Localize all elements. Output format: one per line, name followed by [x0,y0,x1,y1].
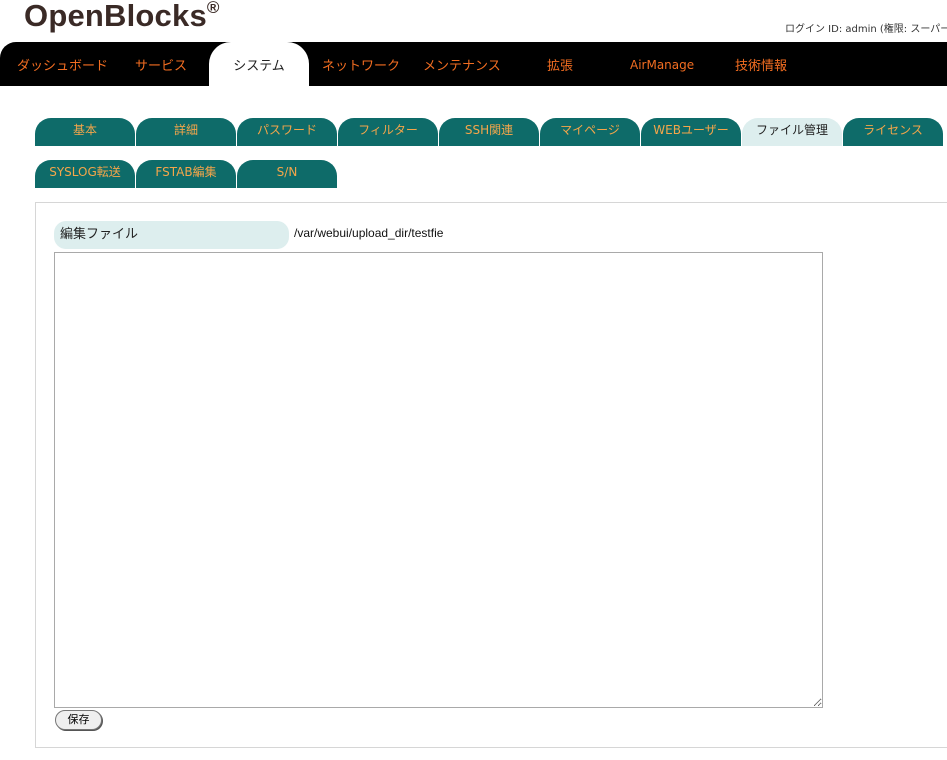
tab-filter[interactable]: フィルター [338,118,438,146]
tab-file-management[interactable]: ファイル管理 [742,118,842,146]
nav-service[interactable]: サービス [135,42,187,86]
nav-system[interactable]: システム [209,42,309,86]
nav-maintenance[interactable]: メンテナンス [423,42,501,86]
tab-detail[interactable]: 詳細 [136,118,236,146]
login-info: ログイン ID: admin (権限: スーパーユ [785,24,947,35]
tab-license[interactable]: ライセンス [843,118,943,146]
edit-file-label: 編集ファイル [54,221,289,249]
save-button[interactable]: 保存 [55,710,102,730]
nav-dashboard[interactable]: ダッシュボード [17,42,108,86]
tab-fstab-edit[interactable]: FSTAB編集 [136,160,236,188]
nav-network[interactable]: ネットワーク [322,42,400,86]
tab-mypage[interactable]: マイページ [540,118,640,146]
file-content-editor[interactable] [54,252,823,708]
nav-extension[interactable]: 拡張 [547,42,573,86]
tab-basic[interactable]: 基本 [35,118,135,146]
openblocks-logo: OpenBlocks® [24,0,220,33]
tab-password[interactable]: パスワード [237,118,337,146]
nav-airmanage[interactable]: AirManage [630,42,694,86]
top-navigation: ダッシュボード サービス システム ネットワーク メンテナンス 拡張 AirMa… [0,42,947,86]
tab-web-user[interactable]: WEBユーザー [641,118,741,146]
tab-syslog-forward[interactable]: SYSLOG転送 [35,160,135,188]
nav-tech-info[interactable]: 技術情報 [735,42,787,86]
file-path: /var/webui/upload_dir/testfie [294,226,444,240]
tab-sn[interactable]: S/N [237,160,337,188]
tab-ssh[interactable]: SSH関連 [439,118,539,146]
